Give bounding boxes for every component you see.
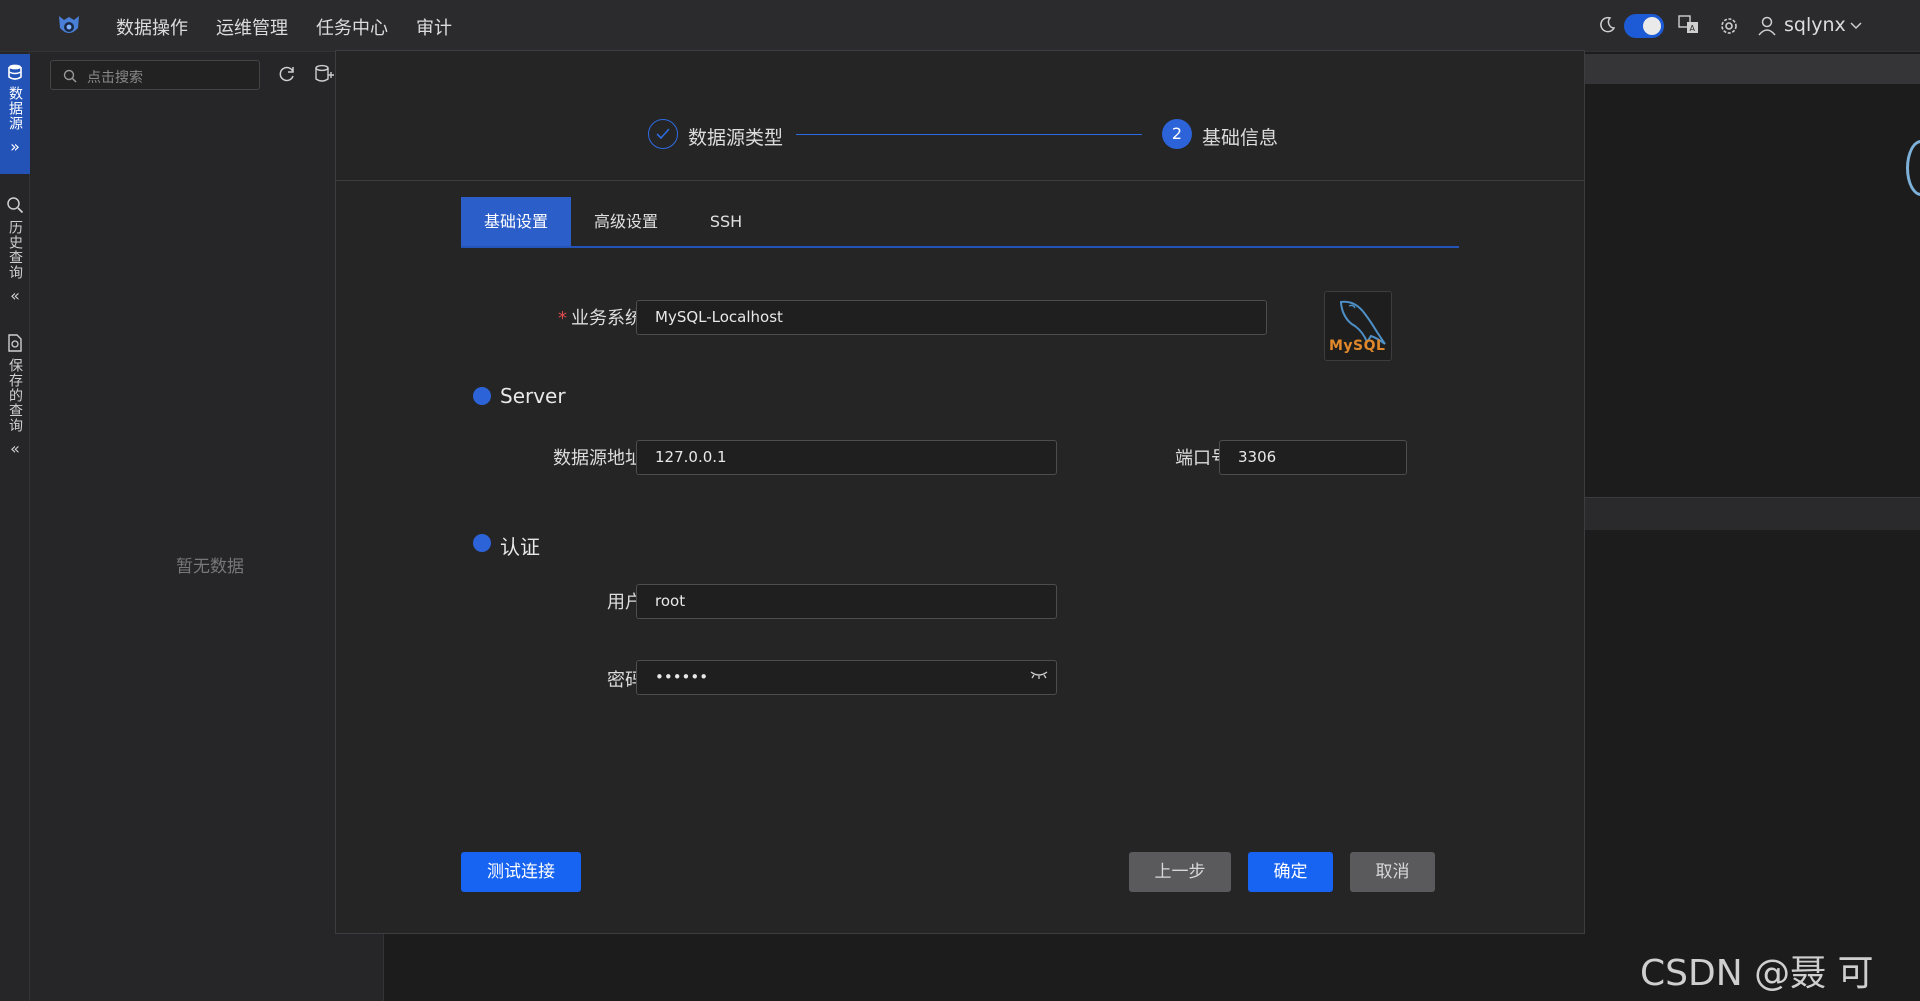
check-icon bbox=[656, 128, 670, 140]
top-bar: 数据操作 运维管理 任务中心 审计 A sqlynx bbox=[0, 0, 1920, 52]
auth-section-title: 认证 bbox=[500, 535, 540, 559]
host-input[interactable]: 127.0.0.1 bbox=[636, 440, 1057, 475]
user-name[interactable]: sqlynx bbox=[1784, 14, 1846, 36]
saved-query-icon bbox=[8, 334, 22, 352]
server-section-dot bbox=[473, 387, 491, 405]
rail-saved[interactable]: 保存的查询 « bbox=[0, 324, 30, 480]
previous-step-button[interactable]: 上一步 bbox=[1129, 852, 1231, 892]
password-value: •••••• bbox=[655, 668, 709, 686]
business-system-input[interactable]: MySQL-Localhost bbox=[636, 300, 1267, 335]
user-icon[interactable] bbox=[1757, 15, 1777, 37]
chevron-down-icon[interactable] bbox=[1850, 22, 1862, 30]
nav-task-center[interactable]: 任务中心 bbox=[316, 14, 388, 40]
cancel-button[interactable]: 取消 bbox=[1350, 852, 1435, 892]
business-system-label: * 业务系统 bbox=[516, 304, 643, 330]
tab-ssh[interactable]: SSH bbox=[681, 197, 771, 246]
step-2-label: 基础信息 bbox=[1202, 127, 1279, 149]
toggle-knob bbox=[1643, 17, 1661, 35]
user-label: 用户 bbox=[607, 592, 643, 613]
watermark-text: CSDN @聂 可 以 bbox=[1640, 953, 1874, 994]
mysql-logo: MySQL bbox=[1324, 291, 1392, 361]
collapse-arrow-icon[interactable]: « bbox=[10, 439, 20, 458]
nav-audit[interactable]: 审计 bbox=[416, 14, 452, 40]
search-history-icon bbox=[7, 197, 24, 214]
required-mark: * bbox=[558, 308, 567, 329]
step-2-indicator: 2 bbox=[1162, 119, 1192, 149]
search-input[interactable]: 点击搜索 bbox=[50, 60, 260, 90]
database-icon bbox=[8, 64, 22, 80]
nav-data-ops[interactable]: 数据操作 bbox=[116, 14, 188, 40]
host-value: 127.0.0.1 bbox=[655, 448, 727, 466]
step-1-label: 数据源类型 bbox=[688, 127, 784, 149]
confirm-button[interactable]: 确定 bbox=[1248, 852, 1333, 892]
gear-icon[interactable] bbox=[1718, 15, 1740, 37]
password-label: 密码 bbox=[607, 670, 643, 691]
user-value: root bbox=[655, 592, 686, 610]
tab-advanced-settings[interactable]: 高级设置 bbox=[571, 197, 681, 246]
search-icon bbox=[63, 69, 77, 83]
svg-text:A: A bbox=[1690, 24, 1696, 33]
business-system-label-text: 业务系统 bbox=[571, 308, 643, 329]
step-connector bbox=[796, 134, 1142, 135]
settings-tabs: 基础设置 高级设置 SSH bbox=[461, 197, 1459, 248]
workspace-tab-strip bbox=[1585, 54, 1920, 84]
datasource-panel: 点击搜索 暂无数据 bbox=[30, 52, 384, 1001]
port-value: 3306 bbox=[1238, 448, 1277, 466]
collapse-arrow-icon[interactable]: « bbox=[10, 286, 20, 305]
mysql-logo-text: MySQL bbox=[1329, 338, 1386, 354]
translate-icon[interactable]: A bbox=[1678, 15, 1700, 35]
steps-header: 数据源类型 2 基础信息 bbox=[336, 51, 1584, 181]
auth-section-dot bbox=[473, 534, 491, 552]
rail-label-datasource: 数据源 bbox=[7, 86, 23, 131]
moon-icon bbox=[1600, 16, 1616, 33]
app-logo-icon[interactable] bbox=[54, 10, 84, 40]
business-system-value: MySQL-Localhost bbox=[655, 308, 783, 326]
port-label: 端口号 bbox=[1175, 448, 1229, 469]
eye-closed-icon[interactable] bbox=[1030, 667, 1048, 681]
server-section-title: Server bbox=[500, 384, 566, 408]
test-connection-button[interactable]: 测试连接 bbox=[461, 852, 581, 892]
workspace-divider bbox=[1585, 497, 1920, 530]
search-placeholder: 点击搜索 bbox=[87, 70, 143, 86]
step-1-indicator bbox=[648, 119, 678, 149]
empty-state-text: 暂无数据 bbox=[176, 557, 244, 577]
refresh-icon[interactable] bbox=[277, 64, 297, 84]
theme-toggle[interactable] bbox=[1624, 14, 1664, 38]
host-label: 数据源地址 bbox=[553, 448, 643, 469]
nav-ops-management[interactable]: 运维管理 bbox=[216, 14, 288, 40]
rail-history[interactable]: 历史查询 « bbox=[0, 186, 30, 316]
rail-datasource[interactable]: 数据源 » bbox=[0, 54, 30, 174]
password-input[interactable]: •••••• bbox=[636, 660, 1057, 695]
user-input[interactable]: root bbox=[636, 584, 1057, 619]
rail-label-saved: 保存的查询 bbox=[7, 358, 23, 433]
rail-label-history: 历史查询 bbox=[7, 220, 23, 280]
expand-arrow-icon[interactable]: » bbox=[10, 137, 20, 156]
left-rail: 数据源 » 历史查询 « 保存的查询 « bbox=[0, 52, 30, 1001]
tab-basic-settings[interactable]: 基础设置 bbox=[461, 197, 571, 246]
add-datasource-icon[interactable] bbox=[314, 64, 334, 84]
datasource-modal: 数据源类型 2 基础信息 基础设置 高级设置 SSH * 业务系统 MySQL-L… bbox=[335, 50, 1585, 934]
port-input[interactable]: 3306 bbox=[1219, 440, 1407, 475]
